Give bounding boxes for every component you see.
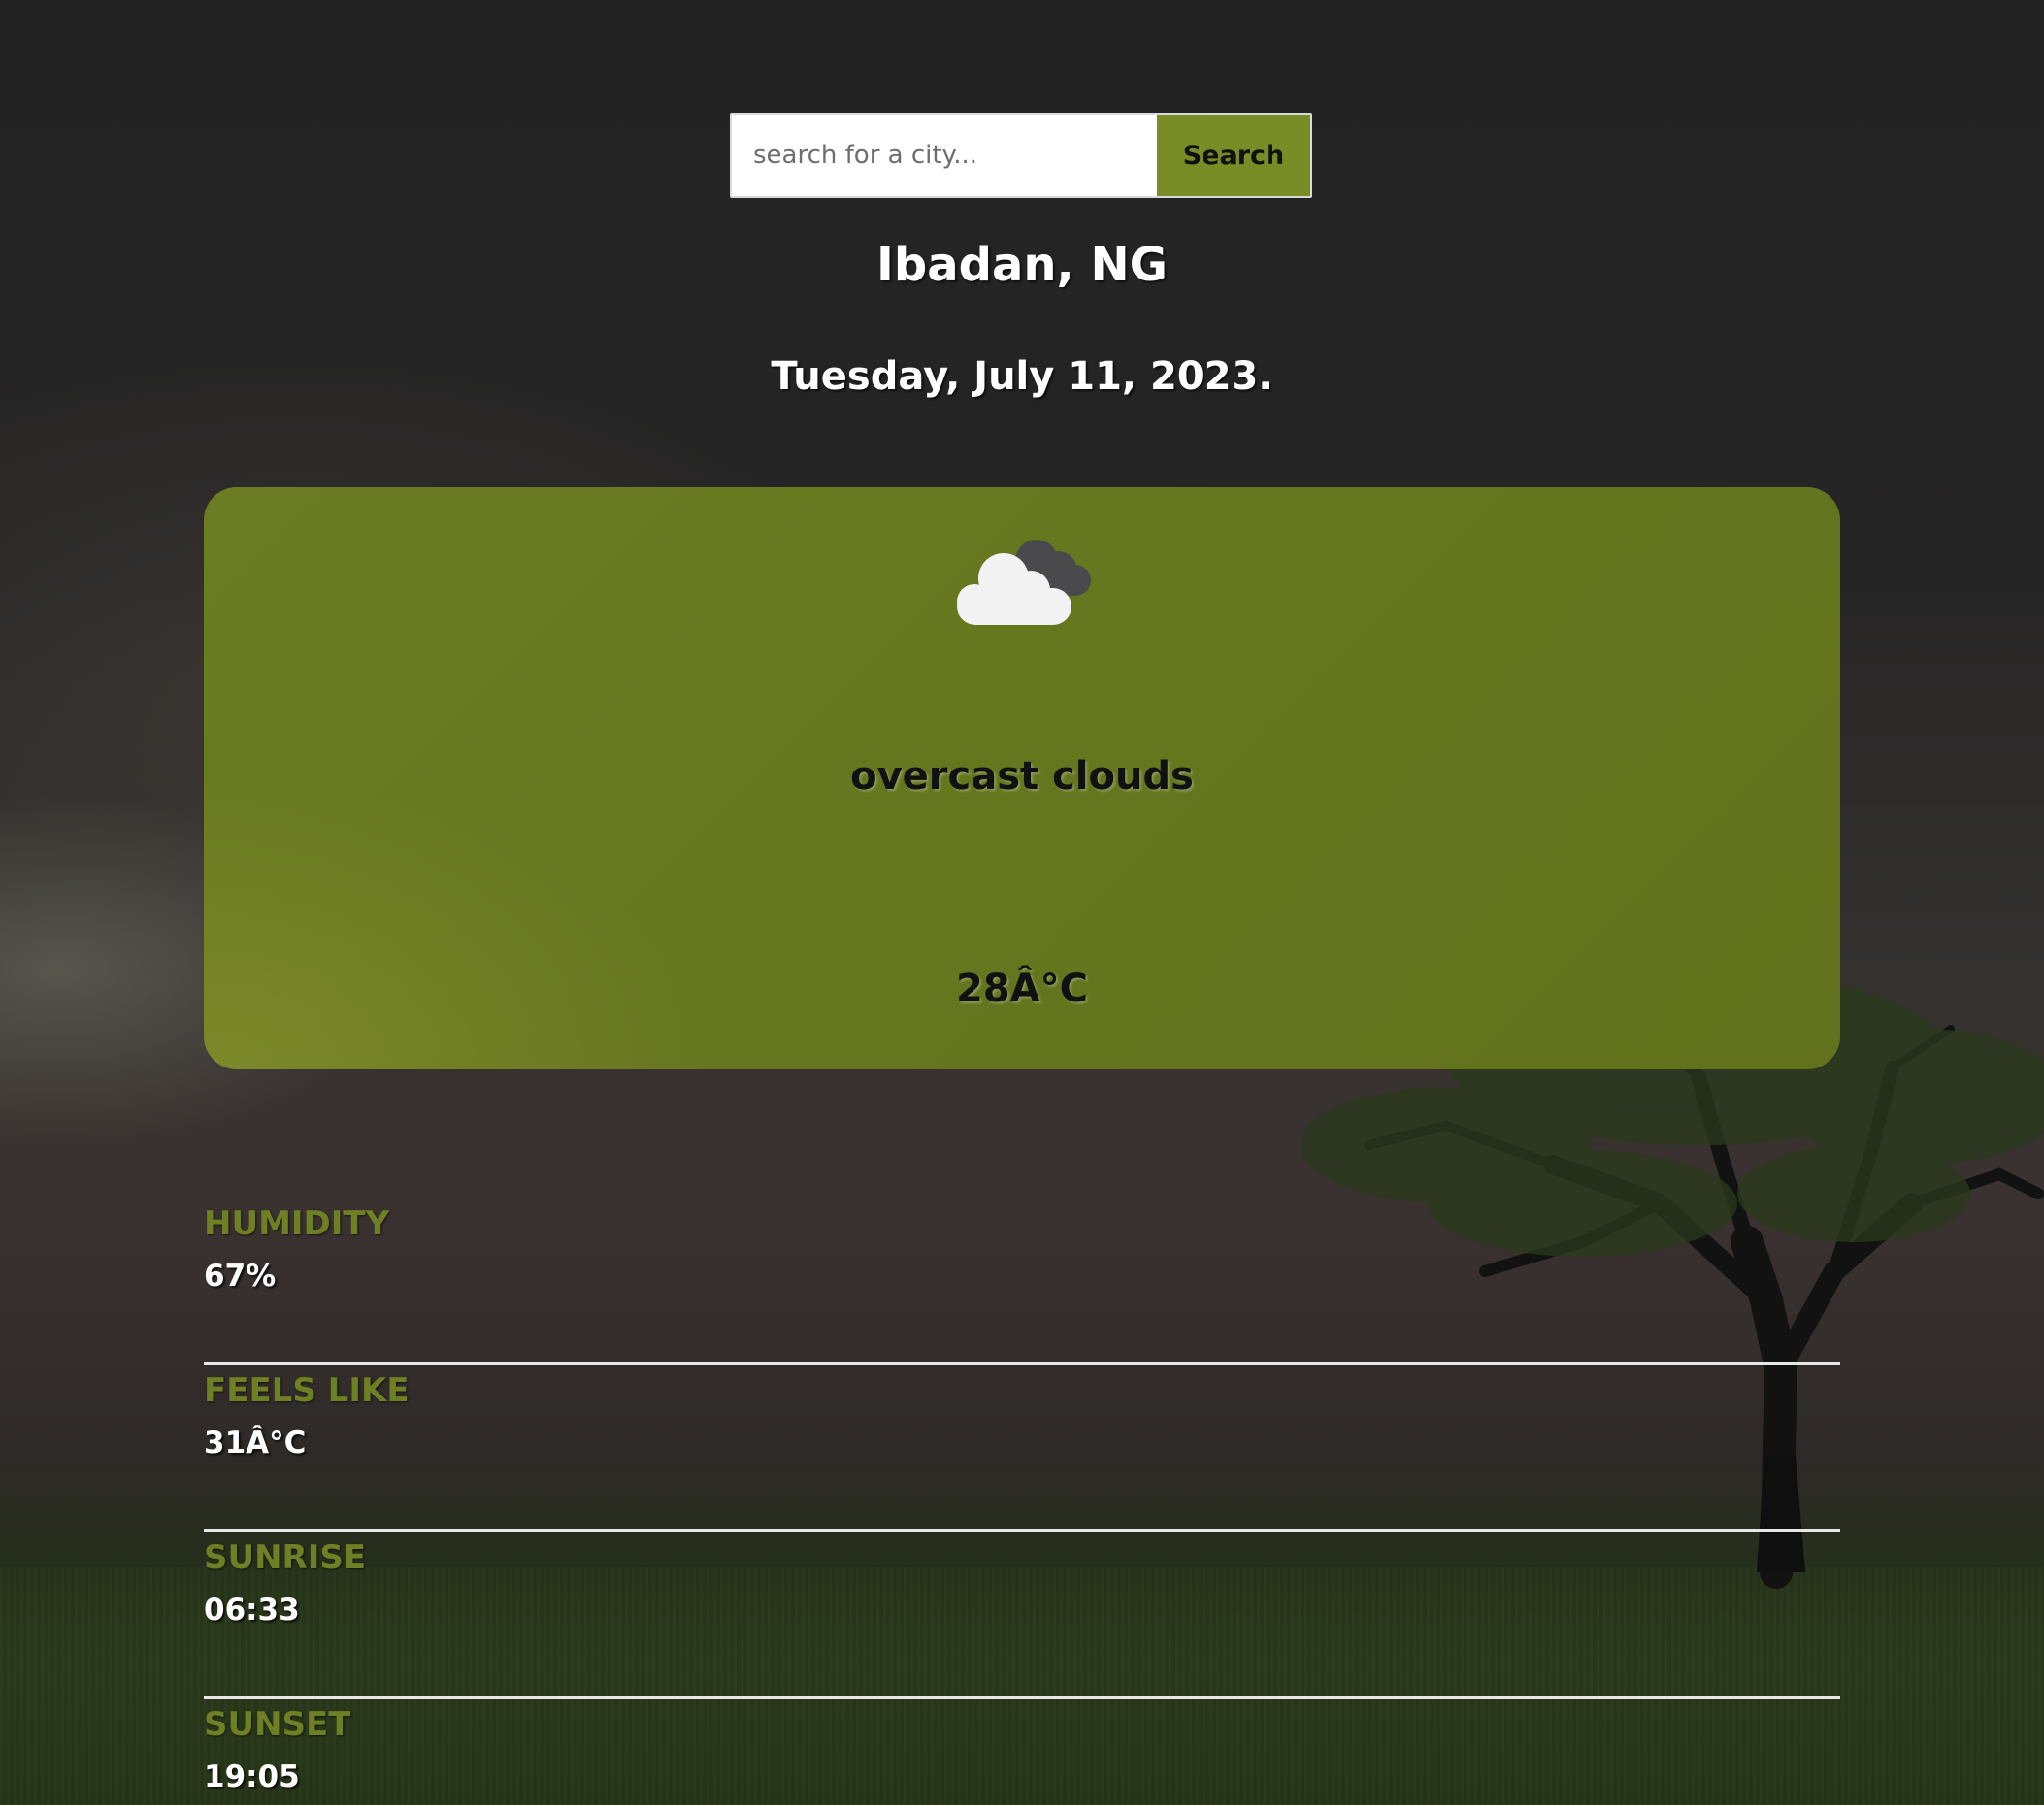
city-search-input[interactable] [732,115,1157,196]
weather-description: overcast clouds [850,754,1194,799]
weather-details-list: HUMIDITY 67% FEELS LIKE 31Â°C SUNRISE 06… [204,1198,1840,1805]
city-name: Ibadan, NG [875,238,1169,292]
temperature-value: 28Â°C [956,967,1088,1011]
current-date: Tuesday, July 11, 2023. [771,354,1273,399]
search-button[interactable]: Search [1157,115,1310,196]
weather-app: Search Ibadan, NG Tuesday, July 11, 2023… [0,0,2044,1805]
detail-sunset: SUNSET 19:05 [204,1699,1840,1805]
detail-label: SUNSET [204,1705,351,1744]
detail-value: 06:33 [204,1592,300,1627]
overcast-clouds-icon [951,528,1097,625]
detail-label: SUNRISE [204,1538,367,1577]
detail-label: FEELS LIKE [204,1371,410,1410]
detail-humidity: HUMIDITY 67% [204,1198,1840,1365]
detail-label: HUMIDITY [204,1204,390,1243]
detail-value: 31Â°C [204,1426,307,1460]
search-form: Search [730,113,1312,198]
detail-value: 67% [204,1259,277,1294]
weather-card: overcast clouds 28Â°C [204,487,1840,1069]
detail-value: 19:05 [204,1759,300,1794]
detail-sunrise: SUNRISE 06:33 [204,1532,1840,1699]
detail-feels-like: FEELS LIKE 31Â°C [204,1365,1840,1532]
